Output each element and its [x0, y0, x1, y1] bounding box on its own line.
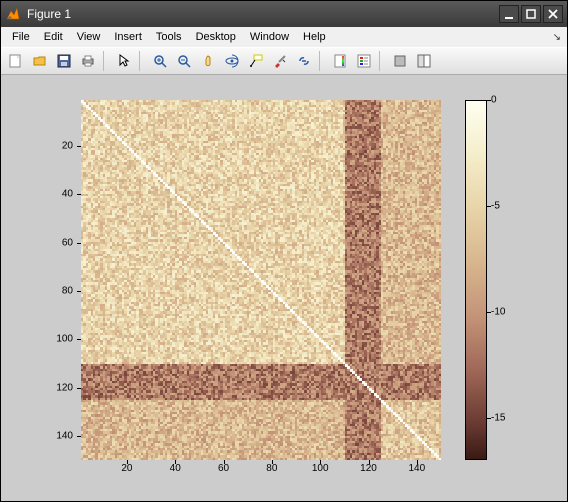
- y-tick-label: 20: [43, 140, 73, 151]
- figure-canvas[interactable]: 20 40 60 80 100 120 140 20 40 60 80 100 120 140 0 -5 -…: [1, 75, 567, 501]
- colorbar[interactable]: [465, 100, 487, 460]
- insert-legend-button[interactable]: [353, 50, 375, 72]
- menubar-chevron-icon[interactable]: ↘: [553, 32, 561, 43]
- colorbar-tick-label: 0: [491, 95, 497, 106]
- colorbar-tick-label: -15: [491, 412, 505, 423]
- colorbar-tick-label: -10: [491, 306, 505, 317]
- menu-file[interactable]: File: [5, 29, 37, 45]
- x-tick-label: 80: [266, 463, 277, 474]
- menubar: File Edit View Insert Tools Desktop Wind…: [1, 27, 567, 47]
- hide-plot-tools-button[interactable]: [389, 50, 411, 72]
- show-plot-tools-button[interactable]: [413, 50, 435, 72]
- new-figure-button[interactable]: [5, 50, 27, 72]
- menu-edit[interactable]: Edit: [37, 29, 70, 45]
- menu-desktop[interactable]: Desktop: [189, 29, 243, 45]
- save-button[interactable]: [53, 50, 75, 72]
- window-title: Figure 1: [27, 7, 497, 21]
- minimize-button[interactable]: [499, 5, 519, 23]
- x-tick-label: 100: [312, 463, 329, 474]
- rotate3d-button[interactable]: [221, 50, 243, 72]
- y-tick-label: 40: [43, 189, 73, 200]
- open-button[interactable]: [29, 50, 51, 72]
- heatmap-image: [81, 100, 441, 460]
- pan-button[interactable]: [197, 50, 219, 72]
- menu-tools[interactable]: Tools: [149, 29, 189, 45]
- axes-heatmap[interactable]: [81, 100, 441, 460]
- figure-window: Figure 1 File Edit View Insert Tools Des…: [0, 0, 568, 502]
- brush-button[interactable]: [269, 50, 291, 72]
- y-tick-label: 80: [43, 285, 73, 296]
- zoom-in-button[interactable]: [149, 50, 171, 72]
- y-tick-label: 60: [43, 237, 73, 248]
- zoom-out-button[interactable]: [173, 50, 195, 72]
- menu-insert[interactable]: Insert: [107, 29, 149, 45]
- link-button[interactable]: [293, 50, 315, 72]
- data-cursor-button[interactable]: [245, 50, 267, 72]
- x-tick-label: 60: [218, 463, 229, 474]
- titlebar[interactable]: Figure 1: [1, 1, 567, 27]
- y-tick-label: 140: [43, 430, 73, 441]
- y-tick-label: 120: [43, 382, 73, 393]
- colorbar-tick-label: -5: [491, 200, 500, 211]
- x-tick-label: 40: [170, 463, 181, 474]
- matlab-icon: [5, 6, 21, 22]
- menu-window[interactable]: Window: [243, 29, 296, 45]
- pointer-button[interactable]: [113, 50, 135, 72]
- maximize-button[interactable]: [521, 5, 541, 23]
- insert-colorbar-button[interactable]: [329, 50, 351, 72]
- x-tick-label: 20: [121, 463, 132, 474]
- menu-view[interactable]: View: [70, 29, 108, 45]
- y-tick-label: 100: [43, 334, 73, 345]
- x-tick-label: 120: [360, 463, 377, 474]
- x-tick-label: 140: [408, 463, 425, 474]
- print-button[interactable]: [77, 50, 99, 72]
- menu-help[interactable]: Help: [296, 29, 333, 45]
- toolbar: [1, 47, 567, 75]
- colorbar-gradient: [466, 101, 486, 459]
- close-button[interactable]: [543, 5, 563, 23]
